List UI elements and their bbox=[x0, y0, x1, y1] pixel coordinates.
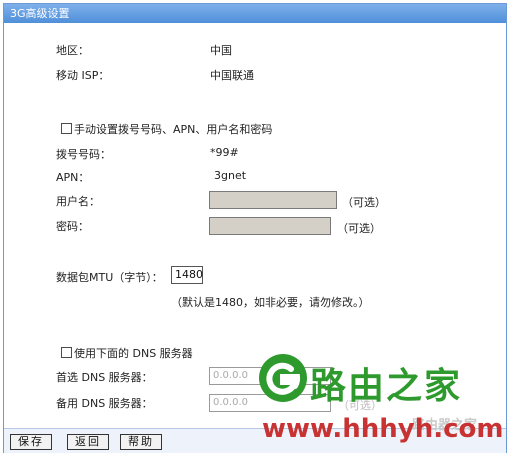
region-value: 中国 bbox=[210, 44, 232, 57]
username-optional-hint: （可选） bbox=[342, 196, 386, 209]
password-input[interactable] bbox=[209, 217, 331, 235]
dial-number-value: *99# bbox=[210, 146, 239, 159]
password-optional-hint: （可选） bbox=[337, 222, 381, 235]
watermark-url: www.hhhyh.com bbox=[262, 414, 504, 444]
save-button[interactable]: 保存 bbox=[10, 434, 52, 450]
manual-settings-checkbox[interactable] bbox=[61, 123, 72, 134]
apn-label: APN： bbox=[56, 171, 90, 184]
use-dns-checkbox[interactable] bbox=[61, 347, 72, 358]
isp-value: 中国联通 bbox=[210, 69, 254, 82]
router-home-logo-icon bbox=[259, 354, 307, 402]
dial-number-label: 拨号号码： bbox=[56, 148, 111, 161]
mtu-label: 数据包MTU（字节）： bbox=[56, 271, 163, 284]
secondary-dns-label: 备用 DNS 服务器： bbox=[56, 397, 153, 410]
back-button[interactable]: 返回 bbox=[67, 434, 109, 450]
apn-value: 3gnet bbox=[214, 169, 247, 182]
use-dns-label: 使用下面的 DNS 服务器 bbox=[74, 347, 193, 360]
username-label: 用户名： bbox=[56, 195, 100, 208]
region-label: 地区： bbox=[56, 44, 89, 57]
mtu-input[interactable]: 1480 bbox=[171, 266, 203, 284]
watermark-brand: 路由之家 bbox=[310, 366, 463, 407]
username-input[interactable] bbox=[209, 191, 337, 209]
password-label: 密码： bbox=[56, 220, 89, 233]
help-button[interactable]: 帮助 bbox=[120, 434, 162, 450]
isp-label: 移动 ISP： bbox=[56, 69, 110, 82]
primary-dns-label: 首选 DNS 服务器： bbox=[56, 371, 153, 384]
mtu-note: （默认是1480，如非必要，请勿修改。） bbox=[171, 296, 370, 309]
panel-title: 3G高级设置 bbox=[4, 4, 506, 23]
manual-settings-label: 手动设置拨号号码、APN、用户名和密码 bbox=[74, 123, 273, 136]
